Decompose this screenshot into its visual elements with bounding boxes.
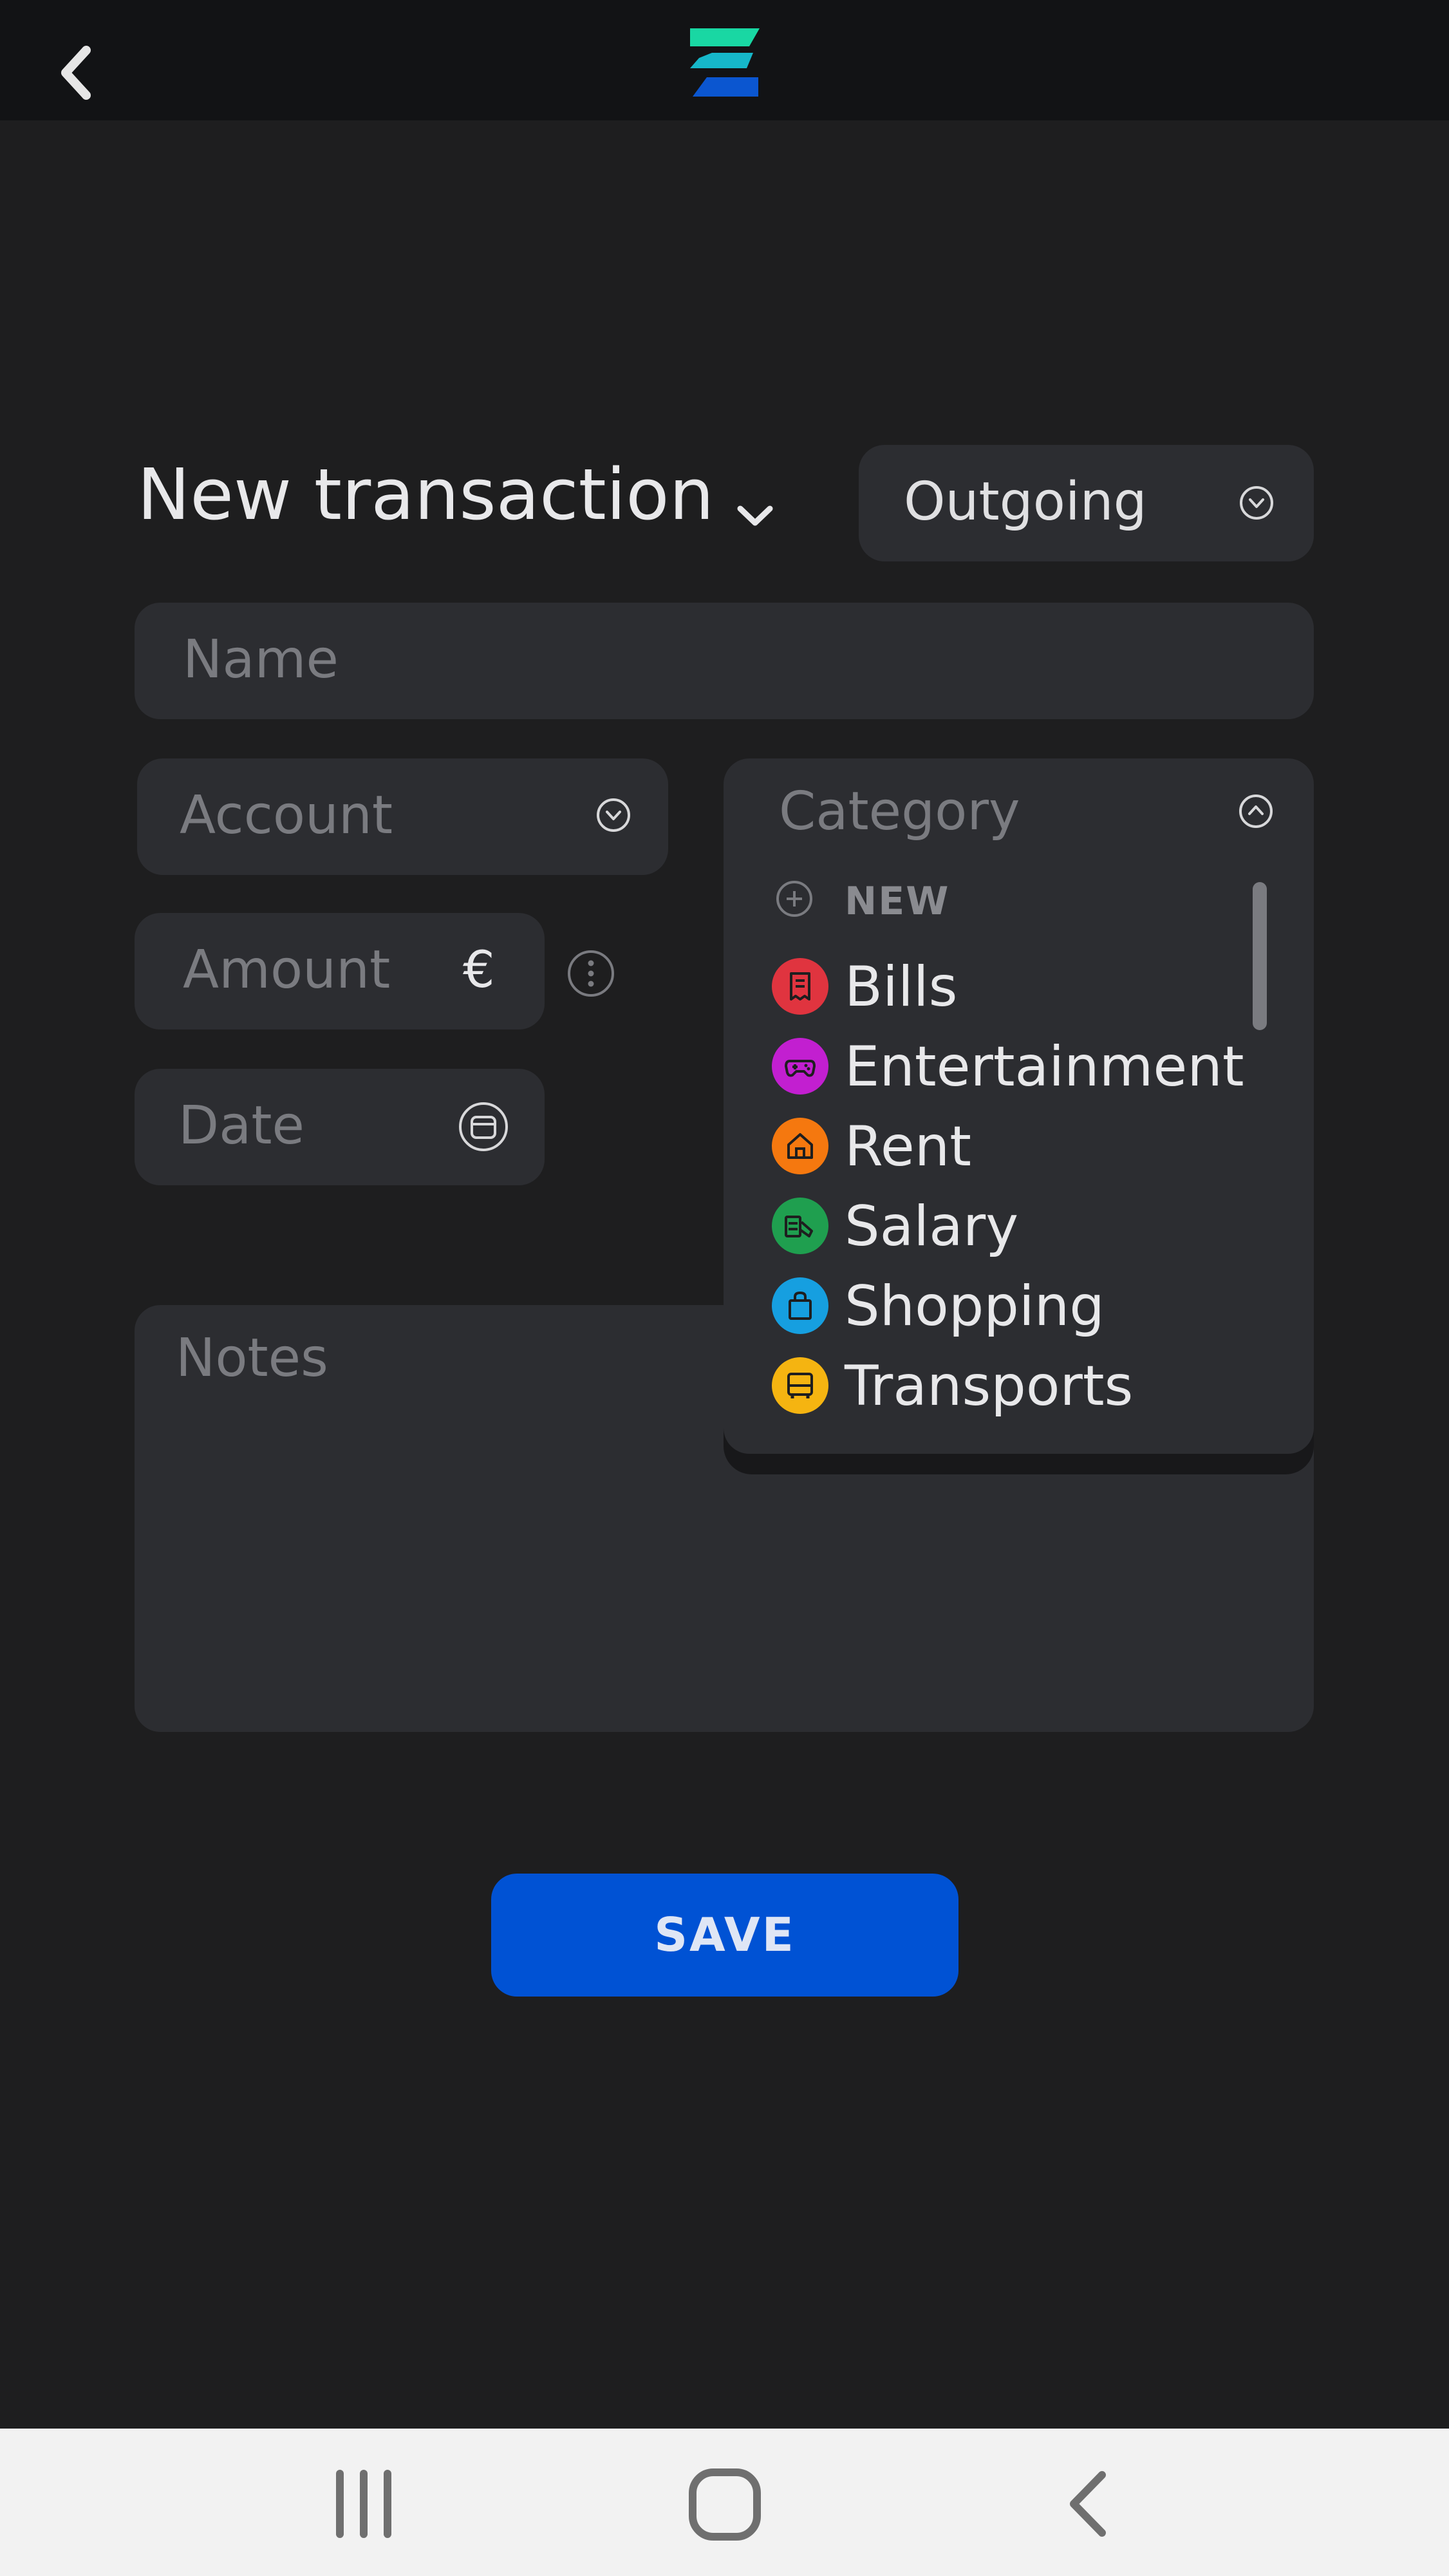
app-logo-icon [690, 28, 760, 97]
category-label: Transports [845, 1354, 1134, 1418]
category-dropdown[interactable]: Category NEW Bills Entertainment Rent Sa… [724, 758, 1314, 1454]
name-field[interactable]: Name [135, 603, 1314, 719]
category-item-shopping[interactable]: Shopping [724, 1271, 1314, 1342]
currency-symbol: € [463, 941, 495, 999]
category-rent-badge [772, 1118, 828, 1174]
category-label: Entertainment [845, 1035, 1244, 1099]
chevron-down-circle-icon [1240, 486, 1273, 520]
account-select[interactable]: Account [137, 758, 668, 875]
page-title[interactable]: New transaction [137, 456, 774, 533]
house-icon [787, 1133, 813, 1159]
page-title-text: New transaction [137, 453, 715, 536]
category-label: Bills [845, 955, 958, 1019]
recent-apps-icon[interactable] [328, 2468, 399, 2539]
info-icon[interactable] [566, 949, 615, 998]
notes-placeholder: Notes [176, 1328, 328, 1389]
gamepad-icon [785, 1060, 816, 1077]
save-button-label: SAVE [654, 1908, 796, 1962]
money-icon [785, 1216, 813, 1237]
category-item-entertainment[interactable]: Entertainment [724, 1031, 1314, 1102]
category-transports-badge [772, 1357, 828, 1414]
transaction-type-select[interactable]: Outgoing [859, 445, 1314, 561]
home-icon[interactable] [687, 2467, 762, 2542]
system-navigation-bar [0, 2429, 1449, 2576]
account-placeholder: Account [180, 785, 393, 846]
save-button[interactable]: SAVE [491, 1874, 958, 1997]
category-bills-badge [772, 958, 828, 1015]
category-label: Salary [845, 1194, 1019, 1259]
chevron-up-circle-icon[interactable] [1238, 793, 1274, 829]
date-placeholder: Date [178, 1095, 304, 1156]
receipt-icon [790, 972, 810, 1001]
category-item-rent[interactable]: Rent [724, 1111, 1314, 1182]
category-salary-badge [772, 1198, 828, 1254]
plus-circle-icon [776, 881, 812, 917]
amount-placeholder: Amount [183, 939, 391, 1001]
category-shopping-badge [772, 1277, 828, 1334]
bus-icon [787, 1373, 813, 1398]
new-category-label: NEW [845, 879, 950, 924]
shopping-bag-icon [789, 1291, 812, 1320]
top-app-bar [0, 0, 1449, 120]
calendar-icon [459, 1102, 508, 1151]
back-icon[interactable] [1062, 2468, 1114, 2539]
category-placeholder: Category [779, 781, 1020, 842]
category-item-bills[interactable]: Bills [724, 952, 1314, 1022]
category-item-transports[interactable]: Transports [724, 1351, 1314, 1422]
category-item-salary[interactable]: Salary [724, 1191, 1314, 1262]
date-field[interactable]: Date [135, 1069, 545, 1185]
chevron-left-icon[interactable] [57, 44, 95, 102]
chevron-down-circle-icon [597, 798, 630, 832]
name-placeholder: Name [183, 629, 339, 690]
category-label: Shopping [845, 1274, 1105, 1339]
chevron-down-icon [737, 505, 773, 525]
category-label: Rent [845, 1114, 972, 1179]
amount-field[interactable]: Amount € [135, 913, 545, 1029]
transaction-type-value: Outgoing [904, 471, 1147, 532]
new-category-button[interactable]: NEW [775, 873, 1097, 925]
category-entertainment-badge [772, 1038, 828, 1095]
